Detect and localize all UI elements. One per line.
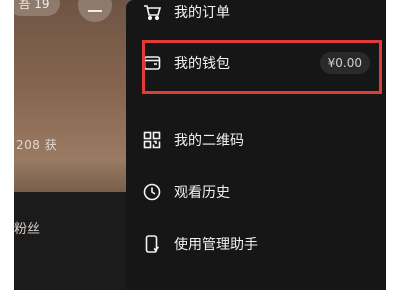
menu-item-label: 我的二维码: [174, 133, 244, 149]
profile-stat: 208 获: [16, 138, 58, 152]
top-pill-button[interactable]: 吾 19: [14, 0, 60, 16]
clock-icon: [142, 182, 162, 202]
menu-item-label: 我的订单: [174, 5, 230, 21]
menu-item-qr-code[interactable]: 我的二维码: [142, 120, 372, 160]
menu-item-label: 使用管理助手: [174, 237, 258, 253]
menu-item-history[interactable]: 观看历史: [142, 172, 372, 212]
qr-code-icon: [142, 130, 162, 150]
top-pill-label: 吾 19: [18, 0, 50, 11]
cart-icon: [142, 2, 162, 22]
fans-label[interactable]: 粉丝: [14, 218, 40, 237]
wallet-highlight-frame: [142, 40, 382, 94]
phone-manage-icon: [142, 234, 162, 254]
menu-bar-icon: [88, 10, 102, 12]
menu-item-orders[interactable]: 我的订单: [142, 0, 372, 32]
menu-item-usage-manager[interactable]: 使用管理助手: [142, 224, 372, 264]
menu-item-label: 观看历史: [174, 185, 230, 201]
